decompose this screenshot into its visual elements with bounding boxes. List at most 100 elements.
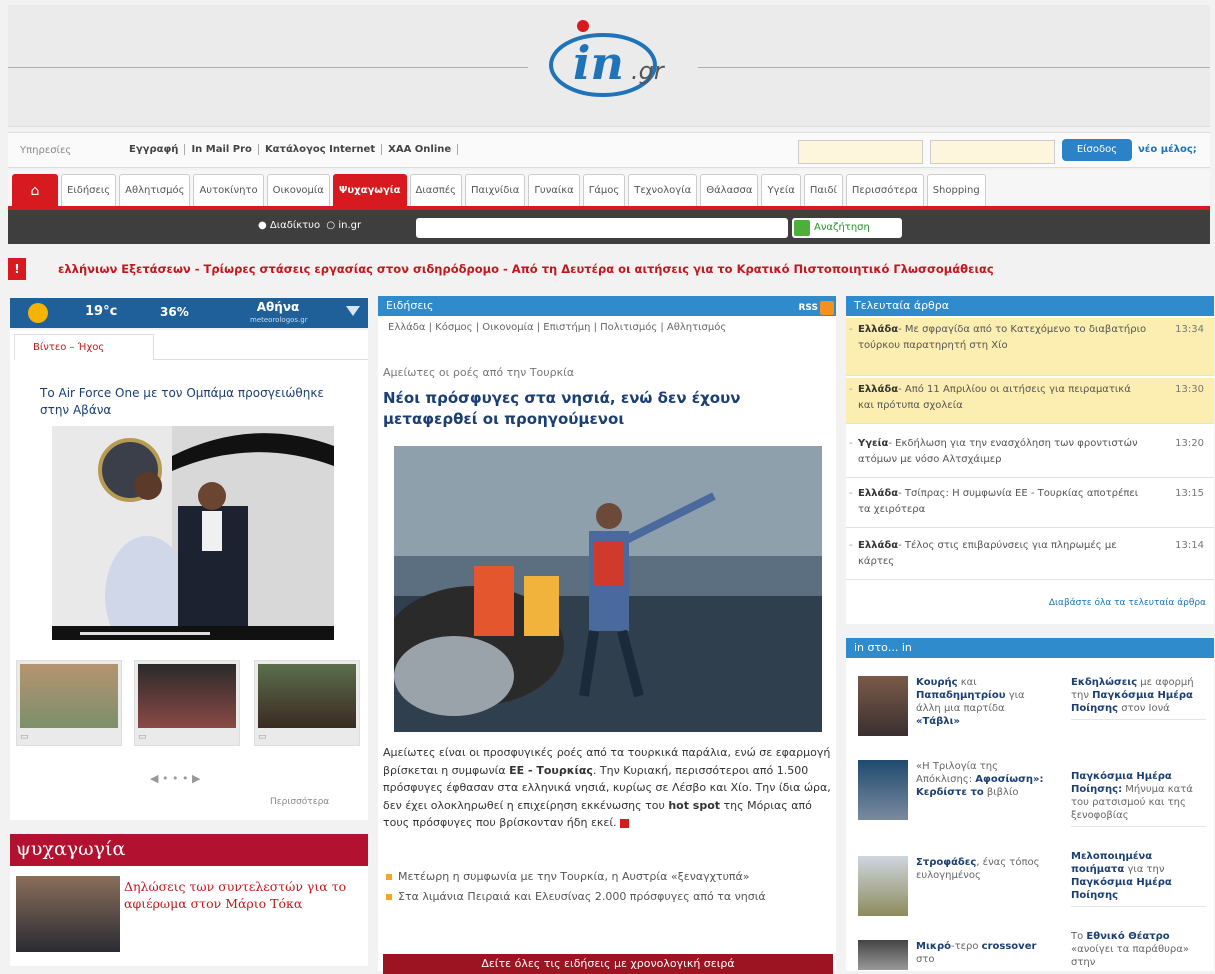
news-photo[interactable] bbox=[394, 446, 822, 732]
event-item[interactable]: Παγκόσμια Ημέρα Ποίησης: Μήνυμα κατά του… bbox=[1071, 770, 1206, 827]
latest-item-time: 13:15 bbox=[1175, 488, 1204, 499]
login-button[interactable]: Είσοδος bbox=[1062, 139, 1132, 161]
username-input[interactable] bbox=[798, 140, 923, 164]
radio-web-label[interactable]: Διαδίκτυο bbox=[270, 220, 320, 231]
feature-item[interactable]: «Η Τριλογία της Απόκλισης: Αφοσίωση»: Κε… bbox=[858, 760, 1058, 840]
event-text: «ανοίγει τα παράθυρα» στην bbox=[1071, 944, 1189, 968]
sun-icon bbox=[28, 303, 48, 323]
thumb-pager[interactable]: ◀ • • • ▶ bbox=[150, 772, 200, 785]
news-header-title[interactable]: Ειδήσεις bbox=[386, 299, 433, 312]
video-title[interactable]: Το Air Force One με τον Ομπάμα προσγειώθ… bbox=[40, 385, 340, 419]
video-thumb-1[interactable]: ▭ bbox=[16, 660, 122, 746]
radio-site-label[interactable]: in.gr bbox=[338, 220, 361, 231]
in-mail-pro-link[interactable]: In Mail Pro bbox=[185, 144, 259, 155]
camera-icon: ▭ bbox=[138, 732, 147, 742]
tab-technology[interactable]: Τεχνολογία bbox=[628, 174, 698, 206]
home-icon: ⌂ bbox=[30, 183, 40, 199]
header-rule-right bbox=[698, 67, 1210, 68]
related-news-item[interactable]: Μετέωρη η συμφωνία με την Τουρκία, η Αυσ… bbox=[386, 868, 826, 885]
latest-item[interactable]: - Ελλάδα- Τσίπρας: Η συμφωνία ΕΕ - Τουρκί… bbox=[846, 482, 1214, 528]
event-item[interactable]: Το Εθνικό Θέατρο «ανοίγει τα παράθυρα» σ… bbox=[1071, 930, 1206, 973]
site-header: in .gr bbox=[8, 5, 1210, 127]
feature-item[interactable]: Στροφάδες, ένας τόπος ευλογημένος bbox=[858, 856, 1058, 922]
latest-item[interactable]: - Ελλάδα- Τέλος στις επιβαρύνσεις για πλη… bbox=[846, 534, 1214, 580]
latest-item-time: 13:34 bbox=[1175, 324, 1204, 335]
event-item[interactable]: Μελοποιημένα ποιήματα για την Παγκόσμια … bbox=[1071, 850, 1206, 907]
latest-item[interactable]: - Υγεία- Εκδήλωση για την ενασχόληση των … bbox=[846, 432, 1214, 478]
tab-more[interactable]: Περισσότερα bbox=[845, 174, 924, 206]
video-thumb-3[interactable]: ▭ bbox=[254, 660, 360, 746]
feature-text: βιβλίο bbox=[983, 787, 1019, 798]
latest-item-cat: Ελλάδα bbox=[858, 540, 899, 551]
latest-item[interactable]: - Ελλάδα- Από 11 Απριλίου οι αιτήσεις για… bbox=[846, 378, 1214, 424]
internet-catalog-link[interactable]: Κατάλογος Internet bbox=[259, 144, 383, 155]
all-news-button[interactable]: Δείτε όλες τις ειδήσεις με χρονολογική σ… bbox=[383, 954, 833, 974]
event-text: στον Ιονά bbox=[1118, 703, 1170, 714]
rss-link[interactable]: RSS bbox=[799, 298, 834, 318]
tab-shopping[interactable]: Shopping bbox=[926, 174, 986, 206]
tab-health[interactable]: Υγεία bbox=[761, 174, 801, 206]
feature-item[interactable]: Κουρής και Παπαδημητρίου για άλλη μια πα… bbox=[858, 676, 1058, 746]
videos-more-link[interactable]: Περισσότερα bbox=[270, 797, 329, 807]
search-bar: ● Διαδίκτυο ○ in.gr Αναζήτηση bbox=[8, 210, 1210, 244]
feature-image bbox=[858, 676, 908, 736]
latest-articles: Τελευταία άρθρα - Ελλάδα- Με σφραγίδα από… bbox=[846, 296, 1214, 624]
video-thumb-2[interactable]: ▭ bbox=[134, 660, 240, 746]
event-text: Το bbox=[1071, 931, 1087, 942]
tab-economy[interactable]: Οικονομία bbox=[266, 174, 330, 206]
ticker-text[interactable]: ελλήνιων Εξετάσεων - Τρίωρες στάσεις εργ… bbox=[58, 262, 994, 276]
tab-celebrities[interactable]: Διασπές bbox=[409, 174, 462, 206]
video-player[interactable] bbox=[52, 426, 334, 640]
news-categories[interactable]: Ελλάδα | Κόσμος | Οικονομία | Επιστήμη |… bbox=[388, 322, 726, 333]
latest-item[interactable]: - Ελλάδα- Με σφραγίδα από το Κατεχόμενο τ… bbox=[846, 318, 1214, 376]
news-header: Ειδήσεις RSS bbox=[378, 296, 836, 316]
services-link[interactable]: Υπηρεσίες bbox=[20, 145, 71, 156]
video-controls[interactable] bbox=[52, 626, 334, 640]
new-member-link[interactable]: νέο μέλος; bbox=[1138, 144, 1197, 155]
tab-entertainment[interactable]: Ψυχαγωγία bbox=[332, 174, 407, 206]
feature-bold: crossover bbox=[981, 941, 1037, 952]
tab-child[interactable]: Παιδί bbox=[803, 174, 843, 206]
weather-source: meteorologos.gr bbox=[250, 316, 308, 324]
more-icon[interactable] bbox=[620, 818, 630, 828]
news-headline[interactable]: Νέοι πρόσφυγες στα νησιά, ενώ δεν έχουν … bbox=[383, 388, 823, 430]
weather-widget: 19°c 36% Αθήνα meteorologos.gr bbox=[10, 298, 368, 328]
feature-image bbox=[858, 940, 908, 970]
feature-bold: «Τάβλι» bbox=[916, 716, 960, 727]
password-input[interactable] bbox=[930, 140, 1055, 164]
city-dropdown-icon[interactable] bbox=[346, 306, 360, 316]
weather-temperature: 19°c bbox=[85, 304, 118, 319]
entertainment-banner[interactable]: ψυχαγωγία bbox=[10, 834, 368, 866]
entertainment-image[interactable] bbox=[16, 876, 120, 952]
search-input[interactable] bbox=[416, 218, 788, 238]
tab-woman[interactable]: Γυναίκα bbox=[528, 174, 580, 206]
tab-video-audio[interactable]: Βίντεο – Ήχος bbox=[14, 334, 154, 360]
home-tab[interactable]: ⌂ bbox=[12, 174, 58, 206]
register-link[interactable]: Εγγραφή bbox=[123, 144, 186, 155]
search-button[interactable]: Αναζήτηση bbox=[792, 218, 902, 238]
radio-web-icon[interactable]: ● bbox=[258, 220, 267, 231]
latest-item-cat: Ελλάδα bbox=[858, 324, 899, 335]
tab-sports[interactable]: Αθλητισμός bbox=[119, 174, 191, 206]
next-icon[interactable]: ▶ bbox=[192, 772, 200, 785]
tab-games[interactable]: Παιχνίδια bbox=[465, 174, 526, 206]
entertainment-story-link[interactable]: Δηλώσεις των συντελεστών για το αφιέρωμα… bbox=[124, 878, 354, 912]
feature-item[interactable]: Μικρό-τερο crossover στο bbox=[858, 940, 1058, 970]
related-news-item[interactable]: Στα λιμάνια Πειραιά και Ελευσίνας 2.000 … bbox=[386, 888, 826, 905]
tab-news[interactable]: Ειδήσεις bbox=[61, 174, 117, 206]
tab-wedding[interactable]: Γάμος bbox=[582, 174, 626, 206]
radio-site-icon[interactable]: ○ bbox=[326, 220, 335, 231]
prev-icon[interactable]: ◀ bbox=[150, 772, 158, 785]
in-sto-in-header: in στο... in bbox=[846, 638, 1214, 658]
tab-sea[interactable]: Θάλασσα bbox=[700, 174, 759, 206]
all-latest-link[interactable]: Διαβάστε όλα τα τελευταία άρθρα bbox=[1049, 598, 1206, 608]
event-item[interactable]: Εκδηλώσεις με αφορμή την Παγκόσμια Ημέρα… bbox=[1071, 676, 1206, 720]
tab-divider bbox=[154, 359, 368, 360]
xaa-online-link[interactable]: ΧΑΑ Online bbox=[382, 144, 459, 155]
camera-icon: ▭ bbox=[20, 732, 29, 742]
tab-auto[interactable]: Αυτοκίνητο bbox=[193, 174, 264, 206]
feature-bold: Παπαδημητρίου bbox=[916, 690, 1006, 701]
site-logo[interactable]: in .gr bbox=[543, 17, 703, 107]
latest-item-text: - Με σφραγίδα από το Κατεχόμενο το διαβα… bbox=[858, 324, 1147, 351]
video-progress[interactable] bbox=[80, 632, 210, 635]
